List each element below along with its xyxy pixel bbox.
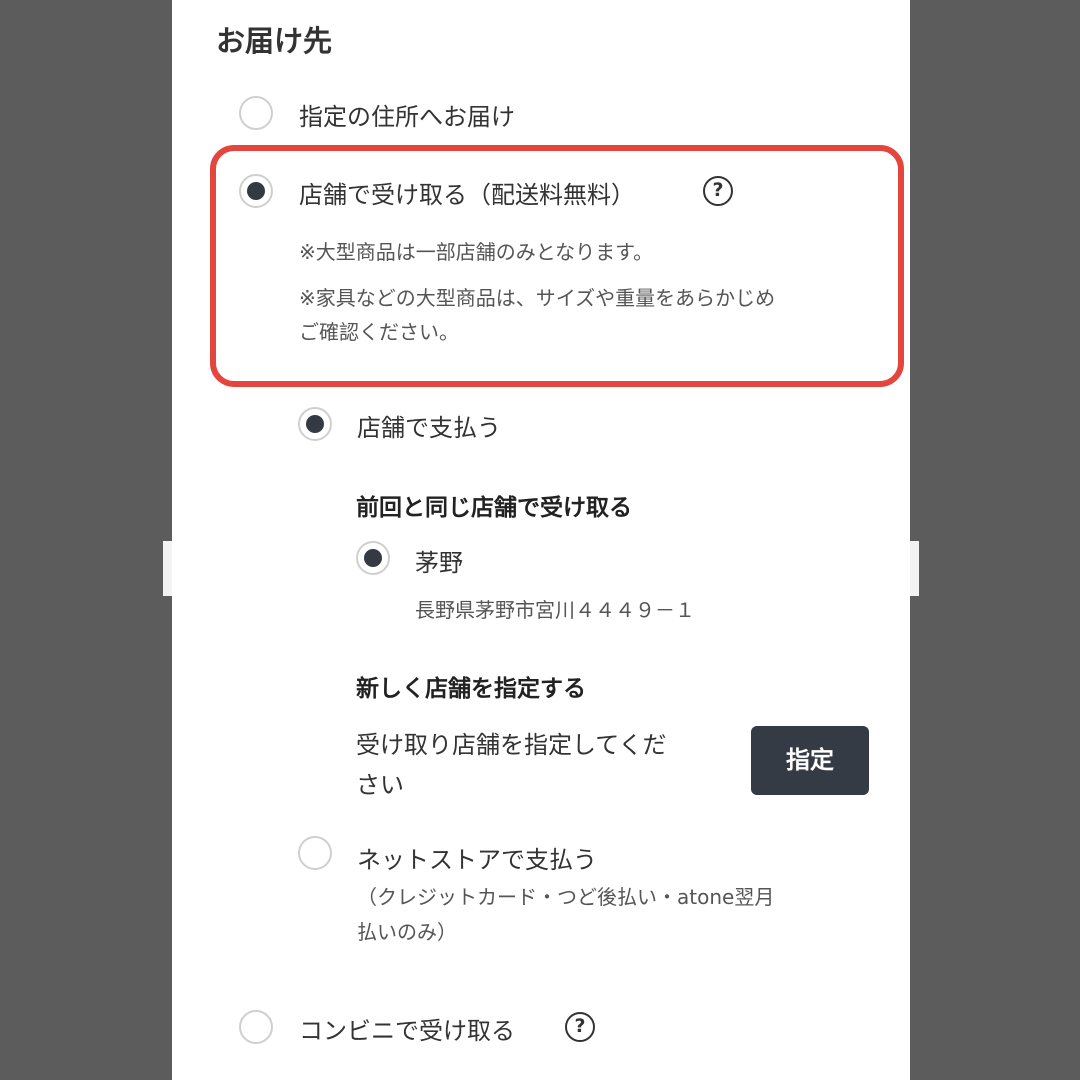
option-address-delivery-label[interactable]: 指定の住所へお届け <box>299 97 515 132</box>
option-store-pickup-label[interactable]: 店舗で受け取る（配送料無料） <box>299 175 635 210</box>
option-convenience-store-label[interactable]: コンビニで受け取る <box>299 1011 515 1046</box>
option-pay-at-store-label[interactable]: 店舗で支払う <box>357 408 501 443</box>
new-store-heading: 新しく店舗を指定する <box>356 676 586 702</box>
section-title: お届け先 <box>216 24 333 58</box>
help-icon[interactable]: ? <box>703 176 733 206</box>
radio-store-pickup[interactable] <box>239 174 273 208</box>
panel-edge-handle-right <box>910 541 919 596</box>
radio-previous-store[interactable] <box>356 541 390 575</box>
new-store-prompt-line1: 受け取り店舗を指定してくだ <box>356 731 667 759</box>
specify-store-button[interactable]: 指定 <box>751 726 869 795</box>
option-pay-net-store-label[interactable]: ネットストアで支払う <box>357 840 597 875</box>
store-pickup-note-3: ご確認ください。 <box>299 320 459 344</box>
radio-pay-at-store[interactable] <box>298 407 332 441</box>
net-store-note-line1: （クレジットカード・つど後払い・atone翌月 <box>357 885 775 909</box>
radio-convenience-store[interactable] <box>239 1010 273 1044</box>
panel-edge-handle-left <box>163 541 172 596</box>
previous-store-name[interactable]: 茅野 <box>415 543 463 578</box>
store-pickup-note-2: ※家具などの大型商品は、サイズや重量をあらかじめ <box>299 286 776 310</box>
net-store-note-line2: 払いのみ） <box>357 920 457 944</box>
new-store-prompt-line2: さい <box>356 771 404 799</box>
radio-address-delivery[interactable] <box>239 96 273 130</box>
help-icon[interactable]: ? <box>565 1012 595 1042</box>
store-pickup-note-1: ※大型商品は一部店舗のみとなります。 <box>299 240 654 264</box>
previous-store-address: 長野県茅野市宮川４４４９－１ <box>415 598 695 622</box>
radio-pay-net-store[interactable] <box>298 836 332 870</box>
previous-store-heading: 前回と同じ店舗で受け取る <box>356 495 632 521</box>
